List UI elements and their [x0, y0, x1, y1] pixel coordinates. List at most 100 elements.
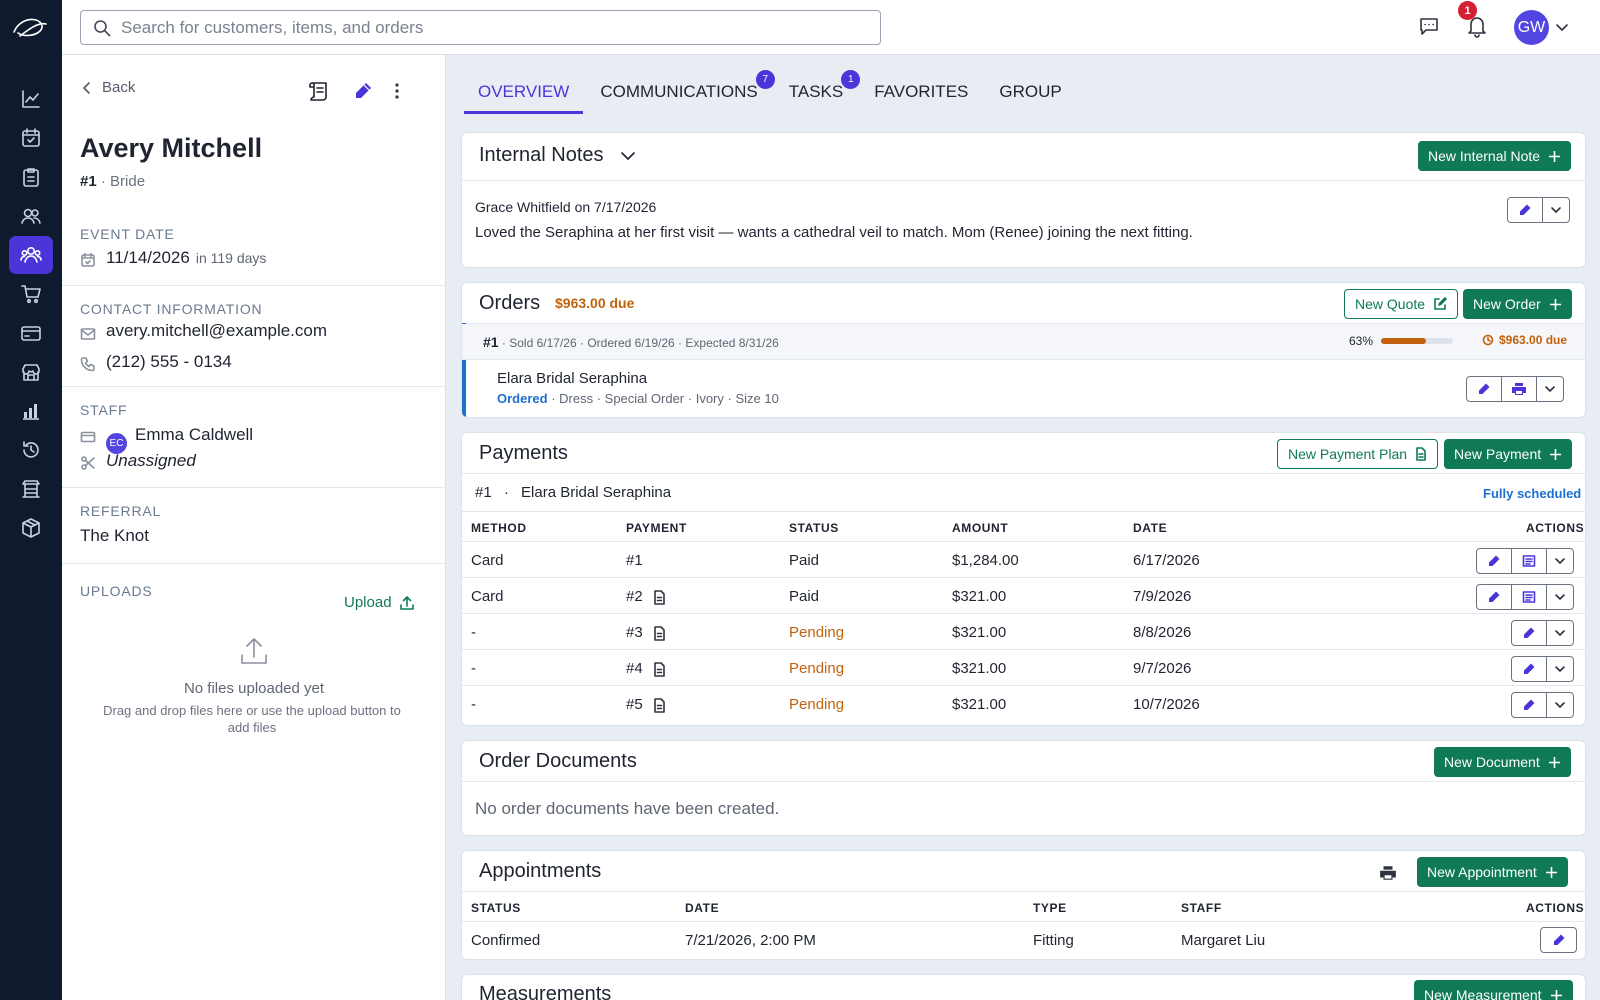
nav-dashboard-icon[interactable]	[9, 80, 53, 118]
nav-rack-icon[interactable]	[9, 470, 53, 508]
new-measurement-button[interactable]: New Measurement	[1414, 980, 1573, 1000]
edit-pencil-icon[interactable]	[352, 80, 374, 102]
order-progress-track	[1381, 338, 1453, 344]
payment-plan-header: #1 · Elara Bridal Seraphina	[475, 484, 672, 501]
email-link[interactable]: avery.mitchell@example.com	[106, 321, 327, 341]
chevron-down-icon[interactable]	[620, 149, 636, 163]
more-options-icon[interactable]	[392, 80, 402, 102]
internal-notes-title[interactable]: Internal Notes	[479, 144, 604, 167]
document-icon[interactable]	[653, 661, 666, 677]
messages-icon[interactable]	[1418, 15, 1440, 37]
upload-button[interactable]: Upload	[344, 594, 415, 611]
search-box[interactable]	[80, 10, 881, 45]
tab-overview[interactable]: OVERVIEW	[464, 70, 584, 114]
new-payment-plan-button[interactable]: New Payment Plan	[1277, 439, 1439, 469]
app-logo[interactable]	[10, 14, 50, 42]
payment-method: -	[471, 624, 476, 641]
nav-contacts-icon[interactable]	[9, 197, 53, 235]
document-icon[interactable]	[653, 625, 666, 641]
payment-row-actions	[1511, 656, 1574, 682]
appointment-type: Fitting	[1033, 932, 1074, 949]
customer-tabs: OVERVIEW COMMUNICATIONS 7 TASKS 1 FAVORITE…	[464, 70, 1079, 114]
tab-communications[interactable]: COMMUNICATIONS 7	[586, 70, 775, 114]
nav-box-icon[interactable]	[9, 509, 53, 547]
payment-row-actions	[1511, 692, 1574, 718]
new-payment-button[interactable]: New Payment	[1444, 439, 1573, 469]
order-item-name[interactable]: Elara Bridal Seraphina	[497, 370, 647, 387]
chevron-down-icon[interactable]	[1537, 377, 1563, 401]
chevron-down-icon[interactable]	[1543, 198, 1569, 222]
receipt-icon[interactable]	[1512, 585, 1547, 609]
chevron-down-icon[interactable]	[1547, 549, 1573, 573]
nav-clipboard-icon[interactable]	[9, 158, 53, 196]
phone-link[interactable]: (212) 555 - 0134	[106, 352, 232, 372]
tab-favorites[interactable]: FAVORITES	[860, 70, 982, 114]
receipt-scroll-icon[interactable]	[307, 80, 331, 102]
order-item-tag: Size 10	[735, 391, 779, 406]
payment-status: Pending	[789, 660, 845, 677]
nav-card-icon[interactable]	[9, 314, 53, 352]
staff-name[interactable]: Emma Caldwell	[135, 425, 253, 445]
edit-pencil-icon[interactable]	[1508, 198, 1543, 222]
tab-group[interactable]: GROUP	[985, 70, 1075, 114]
tab-tasks[interactable]: TASKS 1	[775, 70, 861, 114]
chevron-down-icon[interactable]	[1547, 621, 1573, 645]
new-internal-note-button[interactable]: New Internal Note	[1418, 141, 1572, 171]
back-button[interactable]: Back	[82, 79, 135, 96]
search-input[interactable]	[121, 17, 861, 38]
edit-pencil-icon[interactable]	[1467, 377, 1502, 401]
payment-number: #1	[626, 552, 643, 569]
new-quote-button[interactable]: New Quote	[1344, 289, 1459, 319]
payment-number-text: #4	[626, 660, 643, 677]
payment-date: 10/7/2026	[1133, 696, 1200, 713]
payment-amount: $321.00	[952, 624, 1007, 641]
chevron-down-icon[interactable]	[1547, 657, 1573, 681]
payment-number: #5	[626, 696, 666, 713]
new-document-button[interactable]: New Document	[1434, 747, 1571, 777]
seamstress-unassigned[interactable]: Unassigned	[106, 451, 196, 471]
nav-reports-icon[interactable]	[9, 392, 53, 430]
chevron-down-icon[interactable]	[1547, 585, 1573, 609]
edit-pencil-icon[interactable]	[1512, 657, 1547, 681]
col-method: METHOD	[471, 521, 527, 535]
edit-pencil-icon[interactable]	[1541, 928, 1576, 952]
nav-calendar-icon[interactable]	[9, 119, 53, 157]
internal-notes-title-text: Internal Notes	[479, 144, 604, 166]
top-bar	[62, 0, 1600, 55]
order-item-tag: Dress	[559, 391, 594, 406]
receipt-icon[interactable]	[1512, 549, 1547, 573]
orders-title: Orders	[479, 292, 541, 314]
nav-customers-icon[interactable]	[9, 236, 53, 274]
nav-store-icon[interactable]	[9, 353, 53, 391]
col-type: TYPE	[1033, 901, 1067, 915]
order-item-meta: Ordered · Dress · Special Order · Ivory …	[497, 391, 779, 406]
user-avatar[interactable]: GW	[1514, 10, 1549, 45]
new-order-button[interactable]: New Order	[1463, 289, 1572, 319]
document-icon[interactable]	[653, 589, 666, 605]
payment-amount: $321.00	[952, 660, 1007, 677]
nav-history-icon[interactable]	[9, 431, 53, 469]
payment-status: Pending	[789, 624, 845, 641]
edit-pencil-icon[interactable]	[1512, 693, 1547, 717]
order-documents-title: Order Documents	[479, 750, 637, 772]
new-appointment-button[interactable]: New Appointment	[1417, 857, 1568, 887]
payment-number: #2	[626, 588, 666, 605]
chevron-down-icon[interactable]	[1547, 693, 1573, 717]
appointments-card: Appointments New Appointment STATUS DATE…	[461, 850, 1586, 960]
edit-pencil-icon[interactable]	[1477, 585, 1512, 609]
document-icon[interactable]	[653, 697, 666, 713]
nav-cart-icon[interactable]	[9, 275, 53, 313]
chevron-down-icon[interactable]	[1555, 20, 1569, 34]
calendar-icon	[80, 252, 96, 268]
order-item-tag: Special Order	[604, 391, 685, 406]
payment-date: 9/7/2026	[1133, 660, 1192, 677]
edit-pencil-icon[interactable]	[1512, 621, 1547, 645]
plus-icon	[1545, 866, 1557, 878]
divider	[462, 359, 1585, 360]
payment-row-actions	[1476, 548, 1574, 574]
col-date: DATE	[1133, 521, 1168, 535]
payment-number-text: #3	[626, 624, 643, 641]
print-icon[interactable]	[1379, 865, 1397, 881]
print-icon[interactable]	[1502, 377, 1537, 401]
edit-pencil-icon[interactable]	[1477, 549, 1512, 573]
